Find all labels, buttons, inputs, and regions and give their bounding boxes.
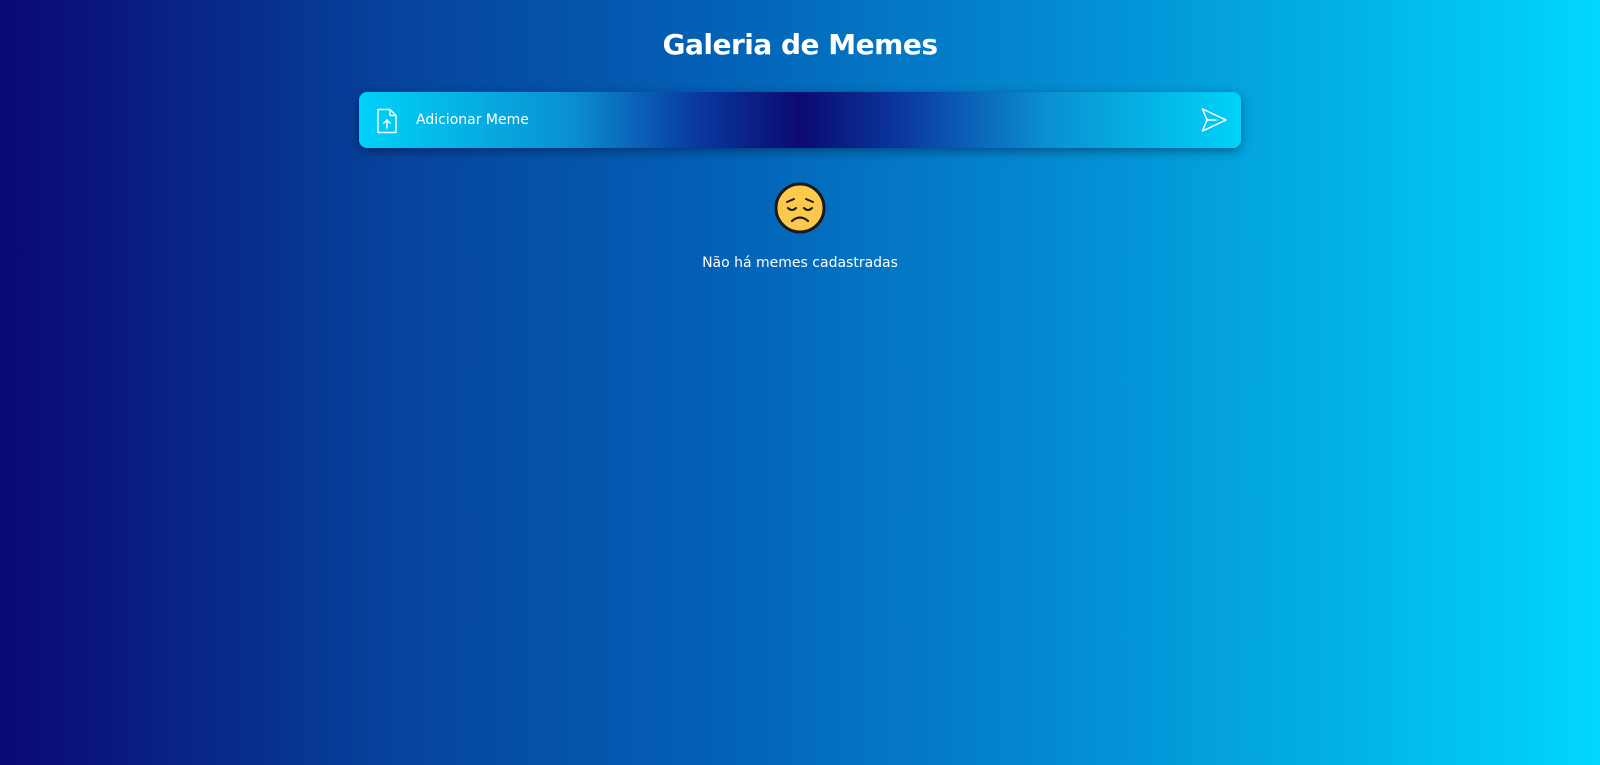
page-title: Galeria de Memes <box>662 28 938 61</box>
empty-message: Não há memes cadastradas <box>702 255 898 271</box>
file-upload-icon <box>375 108 399 134</box>
sad-face-icon <box>774 182 826 234</box>
add-meme-label: Adicionar Meme <box>416 112 529 128</box>
send-icon <box>1201 108 1227 132</box>
empty-state: Não há memes cadastradas <box>0 182 1600 272</box>
send-button[interactable] <box>1199 105 1229 135</box>
add-meme-bar[interactable]: Adicionar Meme <box>359 92 1241 148</box>
